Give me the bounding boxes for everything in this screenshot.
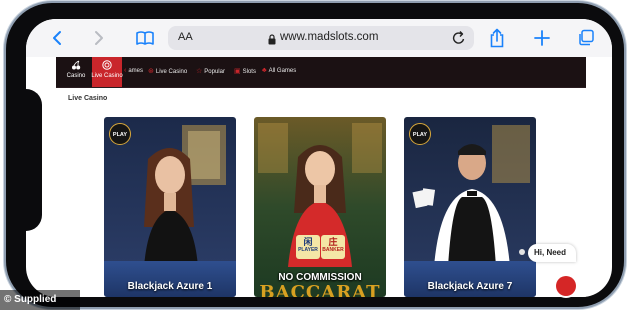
nav-link-live-casino[interactable]: ⊛ Live Casino bbox=[148, 67, 187, 75]
nav-link-games[interactable]: ‹ ames bbox=[124, 67, 143, 74]
game-title: Blackjack Azure 7 bbox=[427, 281, 513, 292]
slot-machine-icon: ▣ bbox=[234, 68, 241, 75]
banker-glyph: 庄 bbox=[328, 237, 338, 247]
chat-typing-dot bbox=[519, 249, 525, 255]
chevron-left-icon: ‹ bbox=[124, 67, 127, 74]
bookmarks-icon[interactable] bbox=[134, 27, 156, 49]
photo-credit: © Supplied bbox=[0, 290, 80, 310]
banker-tile: 庄 BANKER bbox=[321, 235, 345, 259]
chat-greeting-bubble[interactable]: Hi, Need bbox=[528, 244, 576, 262]
game-card-blackjack-azure-7[interactable]: PLAY Blackjack Azure 7 bbox=[404, 117, 536, 297]
new-tab-icon[interactable] bbox=[531, 27, 553, 49]
chip-icon: ⊛ bbox=[148, 68, 154, 75]
game-card-baccarat[interactable]: 闲 PLAYER 庄 BANKER NO COMMISSION BACCARAT bbox=[254, 117, 386, 297]
phone-screen: AA www.madslots.com Casino Live Casino ‹… bbox=[26, 19, 612, 297]
dealer-image bbox=[254, 117, 386, 297]
play-badge: PLAY bbox=[109, 123, 131, 145]
cards-icon: ♣ bbox=[262, 67, 267, 74]
game-card-blackjack-azure-1[interactable]: PLAY Blackjack Azure 1 bbox=[104, 117, 236, 297]
lock-icon bbox=[268, 32, 276, 50]
star-icon: ☆ bbox=[196, 68, 203, 75]
share-icon[interactable] bbox=[486, 27, 508, 49]
player-glyph: 闲 bbox=[303, 237, 313, 247]
reload-icon[interactable] bbox=[452, 30, 466, 51]
nav-tile-label: Casino bbox=[66, 73, 86, 79]
nav-link-slots[interactable]: ▣ Slots bbox=[234, 67, 256, 75]
nav-link-label: ames bbox=[128, 68, 144, 74]
web-page: Casino Live Casino ‹ ames ⊛ Live Casino ☆ P… bbox=[56, 57, 586, 297]
nav-link-popular[interactable]: ☆ Popular bbox=[196, 67, 225, 75]
address-bar[interactable]: AA www.madslots.com bbox=[168, 26, 474, 50]
nav-link-label: Live Casino bbox=[155, 69, 188, 75]
nav-link-label: Slots bbox=[242, 69, 256, 75]
tabs-icon[interactable] bbox=[575, 27, 597, 49]
game-logo-text: BACCARAT bbox=[259, 282, 381, 297]
nav-link-label: Popular bbox=[204, 69, 225, 75]
section-title: Live Casino bbox=[68, 95, 108, 102]
play-badge: PLAY bbox=[409, 123, 431, 145]
game-title: Blackjack Azure 1 bbox=[127, 281, 213, 292]
nav-link-label: All Games bbox=[268, 68, 297, 74]
chip-icon bbox=[92, 60, 122, 74]
phone-frame: AA www.madslots.com Casino Live Casino ‹… bbox=[6, 3, 624, 307]
nav-tile-label: Live Casino bbox=[91, 73, 123, 79]
browser-toolbar: AA www.madslots.com bbox=[26, 19, 612, 57]
cherries-icon bbox=[64, 60, 88, 74]
chat-launcher-button[interactable] bbox=[556, 276, 576, 296]
nav-tile-casino[interactable]: Casino bbox=[64, 57, 88, 87]
url-text: www.madslots.com bbox=[280, 31, 379, 43]
back-icon[interactable] bbox=[46, 27, 68, 49]
player-banker-badge: 闲 PLAYER 庄 BANKER bbox=[296, 235, 346, 261]
player-tile: 闲 PLAYER bbox=[296, 235, 320, 259]
site-navigation: Casino Live Casino ‹ ames ⊛ Live Casino ☆ P… bbox=[56, 57, 586, 88]
banker-label: BANKER bbox=[322, 247, 344, 253]
forward-icon[interactable] bbox=[88, 27, 110, 49]
nav-link-all-games[interactable]: ♣ All Games bbox=[262, 67, 296, 74]
phone-notch bbox=[12, 89, 42, 231]
nav-tile-live-casino[interactable]: Live Casino bbox=[91, 57, 123, 87]
player-label: PLAYER bbox=[298, 247, 318, 253]
text-size-button[interactable]: AA bbox=[178, 31, 193, 43]
